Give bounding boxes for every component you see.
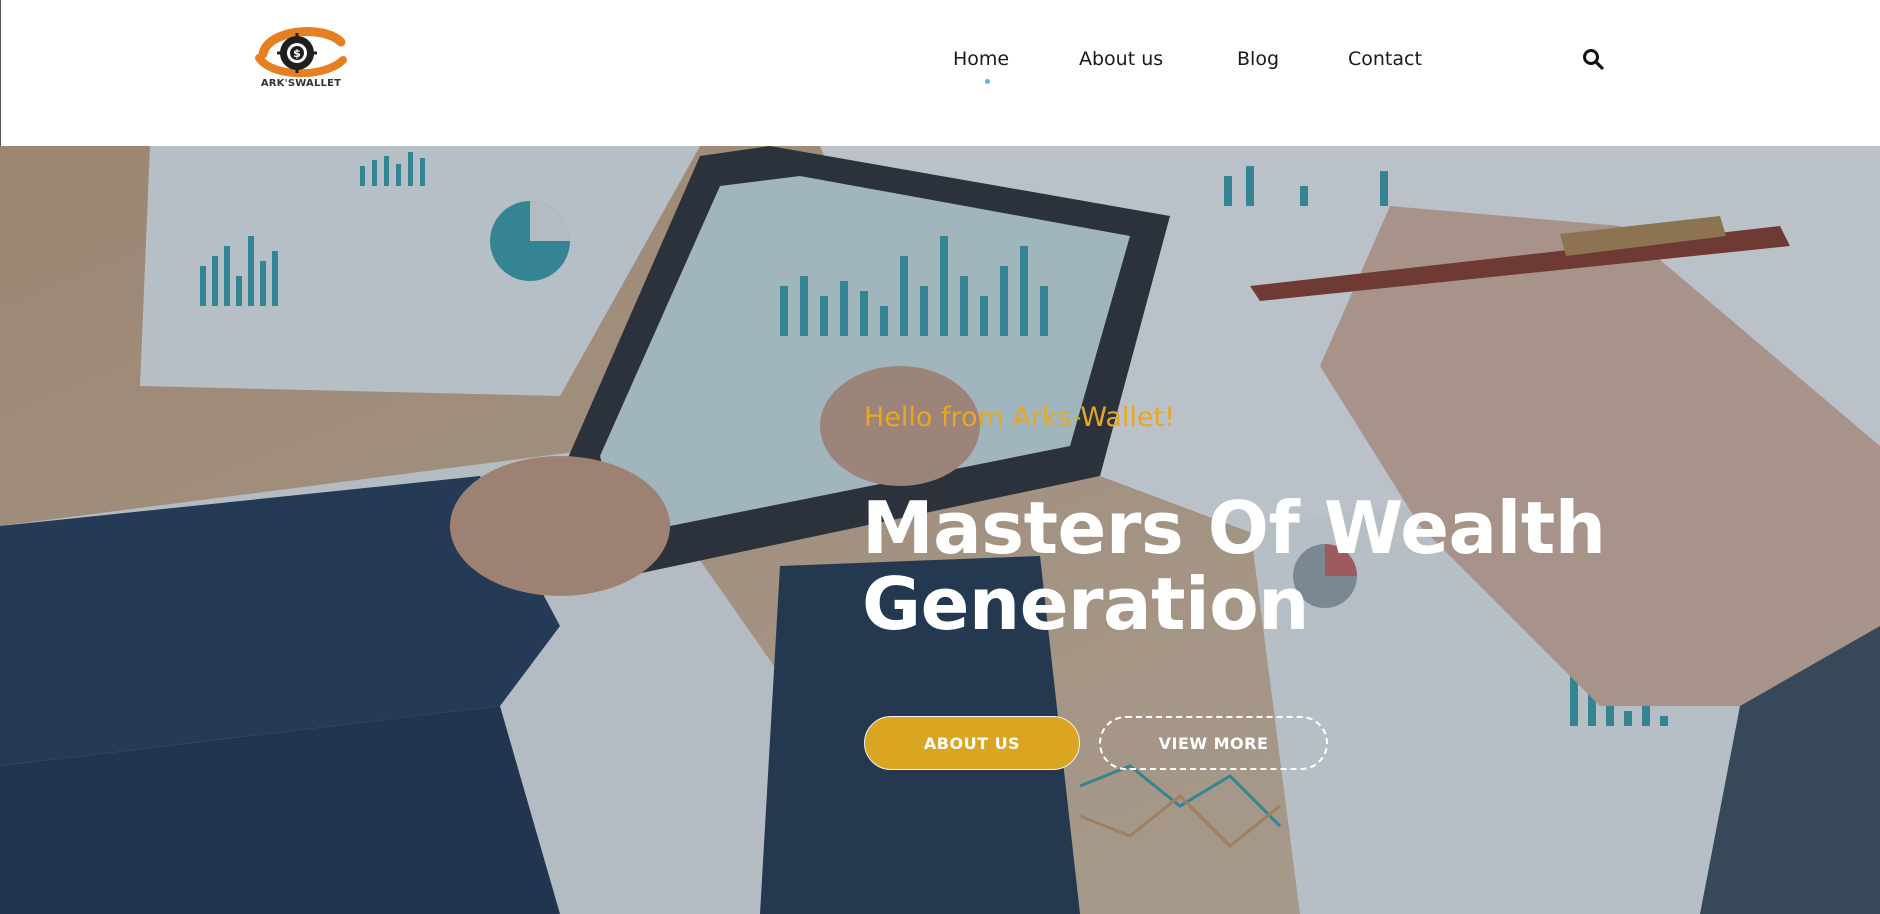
brand-logo[interactable]: $ ARK'SWALLET xyxy=(253,24,349,92)
nav-item-blog[interactable]: Blog xyxy=(1237,48,1279,70)
hero-title: Masters Of Wealth Generation xyxy=(862,490,1662,642)
search-icon[interactable] xyxy=(1582,48,1604,70)
nav-item-home[interactable]: Home xyxy=(953,48,1009,70)
svg-text:$: $ xyxy=(293,47,301,60)
active-nav-indicator xyxy=(985,79,990,84)
site-header: $ ARK'SWALLET Home About us Blog Contact xyxy=(0,0,1880,146)
hero-kicker: Hello from Arks-Wallet! xyxy=(864,402,1175,433)
nav-item-about-us[interactable]: About us xyxy=(1079,48,1163,70)
view-more-button[interactable]: VIEW MORE xyxy=(1099,716,1328,770)
hero-section: Hello from Arks-Wallet! Masters Of Wealt… xyxy=(0,146,1880,914)
nav-item-contact[interactable]: Contact xyxy=(1348,48,1422,70)
about-us-button[interactable]: ABOUT US xyxy=(864,716,1080,770)
hero-title-line-2: Generation xyxy=(862,562,1309,646)
logo-text: ARK'SWALLET xyxy=(260,78,342,89)
logo-mark-icon: $ xyxy=(255,27,347,78)
hero-title-line-1: Masters Of Wealth xyxy=(862,486,1606,570)
